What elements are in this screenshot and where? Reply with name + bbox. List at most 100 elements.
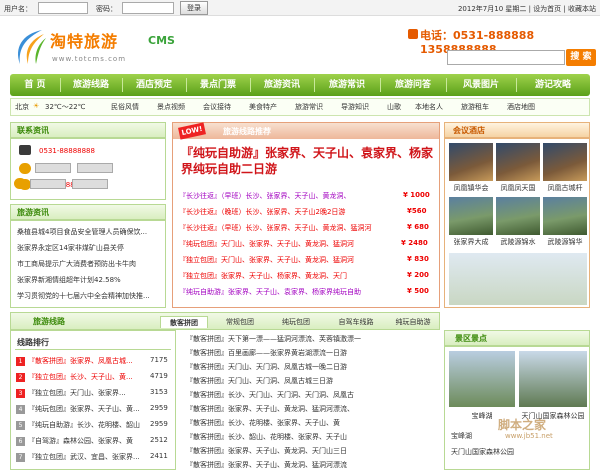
featured-panel: LOW! 旅游线路推荐 『纯玩自助游』张家界、天子山、袁家界、杨家界纯玩自助二日… (172, 122, 440, 308)
route-item[interactable]: 『散客拼团』百里画廊——张家界黄岩湖漂流一日游 (186, 348, 436, 358)
route-item[interactable]: 『散客拼团』张家界、天子山、黄龙洞、天门山三日 (186, 446, 436, 456)
hotel-photo[interactable] (543, 197, 587, 235)
search-button[interactable]: 搜 索 (566, 49, 596, 66)
featured-line[interactable]: 『独立包团』张家界、天子山、杨家界、黄龙洞、天门 (179, 271, 393, 281)
hotel-photo[interactable] (496, 197, 540, 235)
nav-hotel[interactable]: 酒店预定 (122, 74, 186, 96)
hotel-photo[interactable] (496, 143, 540, 181)
nav-knowledge[interactable]: 旅游常识 (314, 74, 380, 96)
login-button[interactable]: 登录 (180, 1, 208, 15)
sub-link-8[interactable]: 本地名人 (415, 102, 443, 112)
hotel-photo[interactable] (449, 197, 493, 235)
scenic-list-item[interactable]: 宝峰湖 (451, 431, 472, 441)
featured-line[interactable]: 『长沙往返』（晚班）长沙、张家界、天子山2晚2日游 (179, 207, 393, 217)
username-input[interactable] (38, 2, 88, 14)
sub-link-9[interactable]: 旅游租车 (461, 102, 489, 112)
rank-badge: 7 (16, 453, 25, 462)
news-item[interactable]: 张家界永定区14家非煤矿山县关停 (17, 243, 163, 253)
featured-line[interactable]: 『长沙往返』（早班）长沙、张家界、天子山、黄龙洞、 (179, 191, 393, 201)
featured-price: ¥560 (407, 207, 427, 215)
rank-item[interactable]: 『独立包团』天门山、张家界... (28, 388, 146, 398)
sub-link-4[interactable]: 美食特产 (249, 102, 277, 112)
search-input[interactable] (447, 50, 565, 65)
rank-badge: 3 (16, 389, 25, 398)
tab-self-help[interactable]: 纯玩自助游 (386, 316, 440, 328)
route-item[interactable]: 『散客拼团』天门山、天门洞、凤凰古城一晚二日游 (186, 362, 436, 372)
tab-self-drive[interactable]: 自驾车线路 (328, 316, 384, 328)
rank-item[interactable]: 『自驾游』森林公园、张家界、黄 (28, 436, 146, 446)
featured-price: ¥ 1000 (403, 191, 430, 199)
hotel-caption[interactable]: 武陵源锦水 (494, 237, 542, 247)
sub-link-10[interactable]: 酒店地图 (507, 102, 535, 112)
news-item[interactable]: 张家界新湘情组超年计划42.58% (17, 275, 163, 285)
rank-item[interactable]: 『独立包团』武汉、宜昌、张家界... (28, 452, 146, 462)
nav-qa[interactable]: 旅游问答 (380, 74, 446, 96)
qq-chat-button-3[interactable] (30, 179, 66, 189)
favorite-link[interactable]: 收藏本站 (568, 5, 596, 13)
rank-item[interactable]: 『纯玩包团』张家界、天子山、黄... (28, 404, 146, 414)
news-item[interactable]: 市工商局提示广大消费者预防出卡牛肉 (17, 259, 163, 269)
password-label: 密码： (96, 5, 117, 13)
news-title: 旅游资讯 (10, 204, 166, 220)
hotel-caption[interactable]: 凤凰凤天国 (494, 183, 542, 193)
sub-link-6[interactable]: 导游知识 (341, 102, 369, 112)
top-right-links: 2012年7月10 星期二 | 设为首页 | 收藏本站 (457, 5, 596, 13)
watermark-text: 脚本之家 (498, 418, 547, 432)
sub-link-3[interactable]: 会议接待 (203, 102, 231, 112)
hotel-caption[interactable]: 凤凰镇华会 (447, 183, 495, 193)
hotel-box: 凤凰镇华会 凤凰凤天国 凤凰古城杆 张家界大成 武陵源锦水 武陵源锦华 (444, 138, 590, 308)
nav-home[interactable]: 首 页 (10, 74, 60, 96)
hotel-photo[interactable] (449, 143, 493, 181)
tab-regular-group[interactable]: 常规包团 (216, 316, 264, 328)
rank-item[interactable]: 『独立包团』长沙、天子山、黄... (28, 372, 146, 382)
swirl-logo-icon (18, 30, 46, 64)
featured-line[interactable]: 『独立包团』天门山、张家界、天子山、黄龙洞、猛洞河 (179, 255, 393, 265)
nav-news[interactable]: 旅游资讯 (250, 74, 314, 96)
hotel-caption[interactable]: 武陵源锦华 (541, 237, 589, 247)
featured-line[interactable]: 『纯玩自助游』张家界、天子山、袁家界、杨家界纯玩自助 (179, 287, 393, 297)
nav-guides[interactable]: 游记攻略 (516, 74, 590, 96)
news-item[interactable]: 学习贯彻党的十七届六中全会精神加快推... (17, 291, 163, 301)
rank-badge: 4 (16, 405, 25, 414)
date-text: 2012年7月10 星期二 (457, 5, 527, 13)
hotel-caption[interactable]: 张家界大成 (447, 237, 495, 247)
tab-group-tour[interactable]: 散客拼团 (160, 316, 208, 328)
route-item[interactable]: 『散客拼团』张家界、天子山、黄龙洞、猛洞河漂流 (186, 460, 436, 470)
scenic-title: 景区景点 (444, 330, 590, 346)
qq-chat-button-4[interactable] (72, 179, 108, 189)
nav-routes[interactable]: 旅游线路 (60, 74, 122, 96)
scenic-list-item[interactable]: 天门山国家森林公园 (451, 447, 514, 457)
route-item[interactable]: 『散客拼团』天下第一漂——猛洞河漂流、芙蓉镇激漂一 (186, 334, 436, 344)
qq-chat-button[interactable] (35, 163, 71, 173)
nav-tickets[interactable]: 景点门票 (186, 74, 250, 96)
route-item[interactable]: 『散客拼团』长沙、花明楼、张家界、天子山、黄 (186, 418, 436, 428)
scenic-photo[interactable] (449, 351, 515, 407)
rank-item[interactable]: 『散客拼团』张家界、凤凰古城... (28, 356, 146, 366)
lines-panel-title: 旅游线路 (33, 317, 65, 326)
password-input[interactable] (122, 2, 174, 14)
featured-price: ¥ 2480 (401, 239, 428, 247)
featured-line[interactable]: 『长沙往返』（早班）长沙、张家界、天子山、黄龙洞、猛洞河 (179, 223, 393, 233)
featured-headline[interactable]: 『纯玩自助游』张家界、天子山、袁家界、杨家界纯玩自助二日游 (181, 145, 437, 177)
scenic-photo[interactable] (519, 351, 587, 407)
city-name: 北京 (15, 103, 29, 111)
sub-link-5[interactable]: 旅游常识 (295, 102, 323, 112)
hotel-photo[interactable] (543, 143, 587, 181)
route-item[interactable]: 『散客拼团』长沙、韶山、花明楼、张家界、天子山 (186, 432, 436, 442)
tab-pure-group[interactable]: 纯玩包团 (272, 316, 320, 328)
set-home-link[interactable]: 设为首页 (533, 5, 561, 13)
phone-icon (19, 145, 31, 155)
qq-chat-button-2[interactable] (77, 163, 113, 173)
hotel-caption[interactable]: 凤凰古城杆 (541, 183, 589, 193)
nav-photos[interactable]: 风景图片 (446, 74, 516, 96)
route-item[interactable]: 『散客拼团』长沙、天门山、天门洞、天门洞、凤凰古 (186, 390, 436, 400)
sub-link-2[interactable]: 景点视频 (157, 102, 185, 112)
news-item[interactable]: 桑植县城4项目食品安全管理人员确保饮... (17, 227, 163, 237)
rank-item[interactable]: 『纯玩自助游』长沙、花明楼、韶山 (28, 420, 146, 430)
sub-link-1[interactable]: 民俗风情 (111, 102, 139, 112)
featured-price: ¥ 680 (407, 223, 429, 231)
featured-line[interactable]: 『纯玩包团』天门山、张家界、天子山、黄龙洞、猛洞河 (179, 239, 393, 249)
sub-link-7[interactable]: 山歌 (387, 102, 401, 112)
route-item[interactable]: 『散客拼团』张家界、天子山、黄龙洞、猛洞河漂流、 (186, 404, 436, 414)
route-item[interactable]: 『散客拼团』天门山、天门洞、凤凰古城三日游 (186, 376, 436, 386)
